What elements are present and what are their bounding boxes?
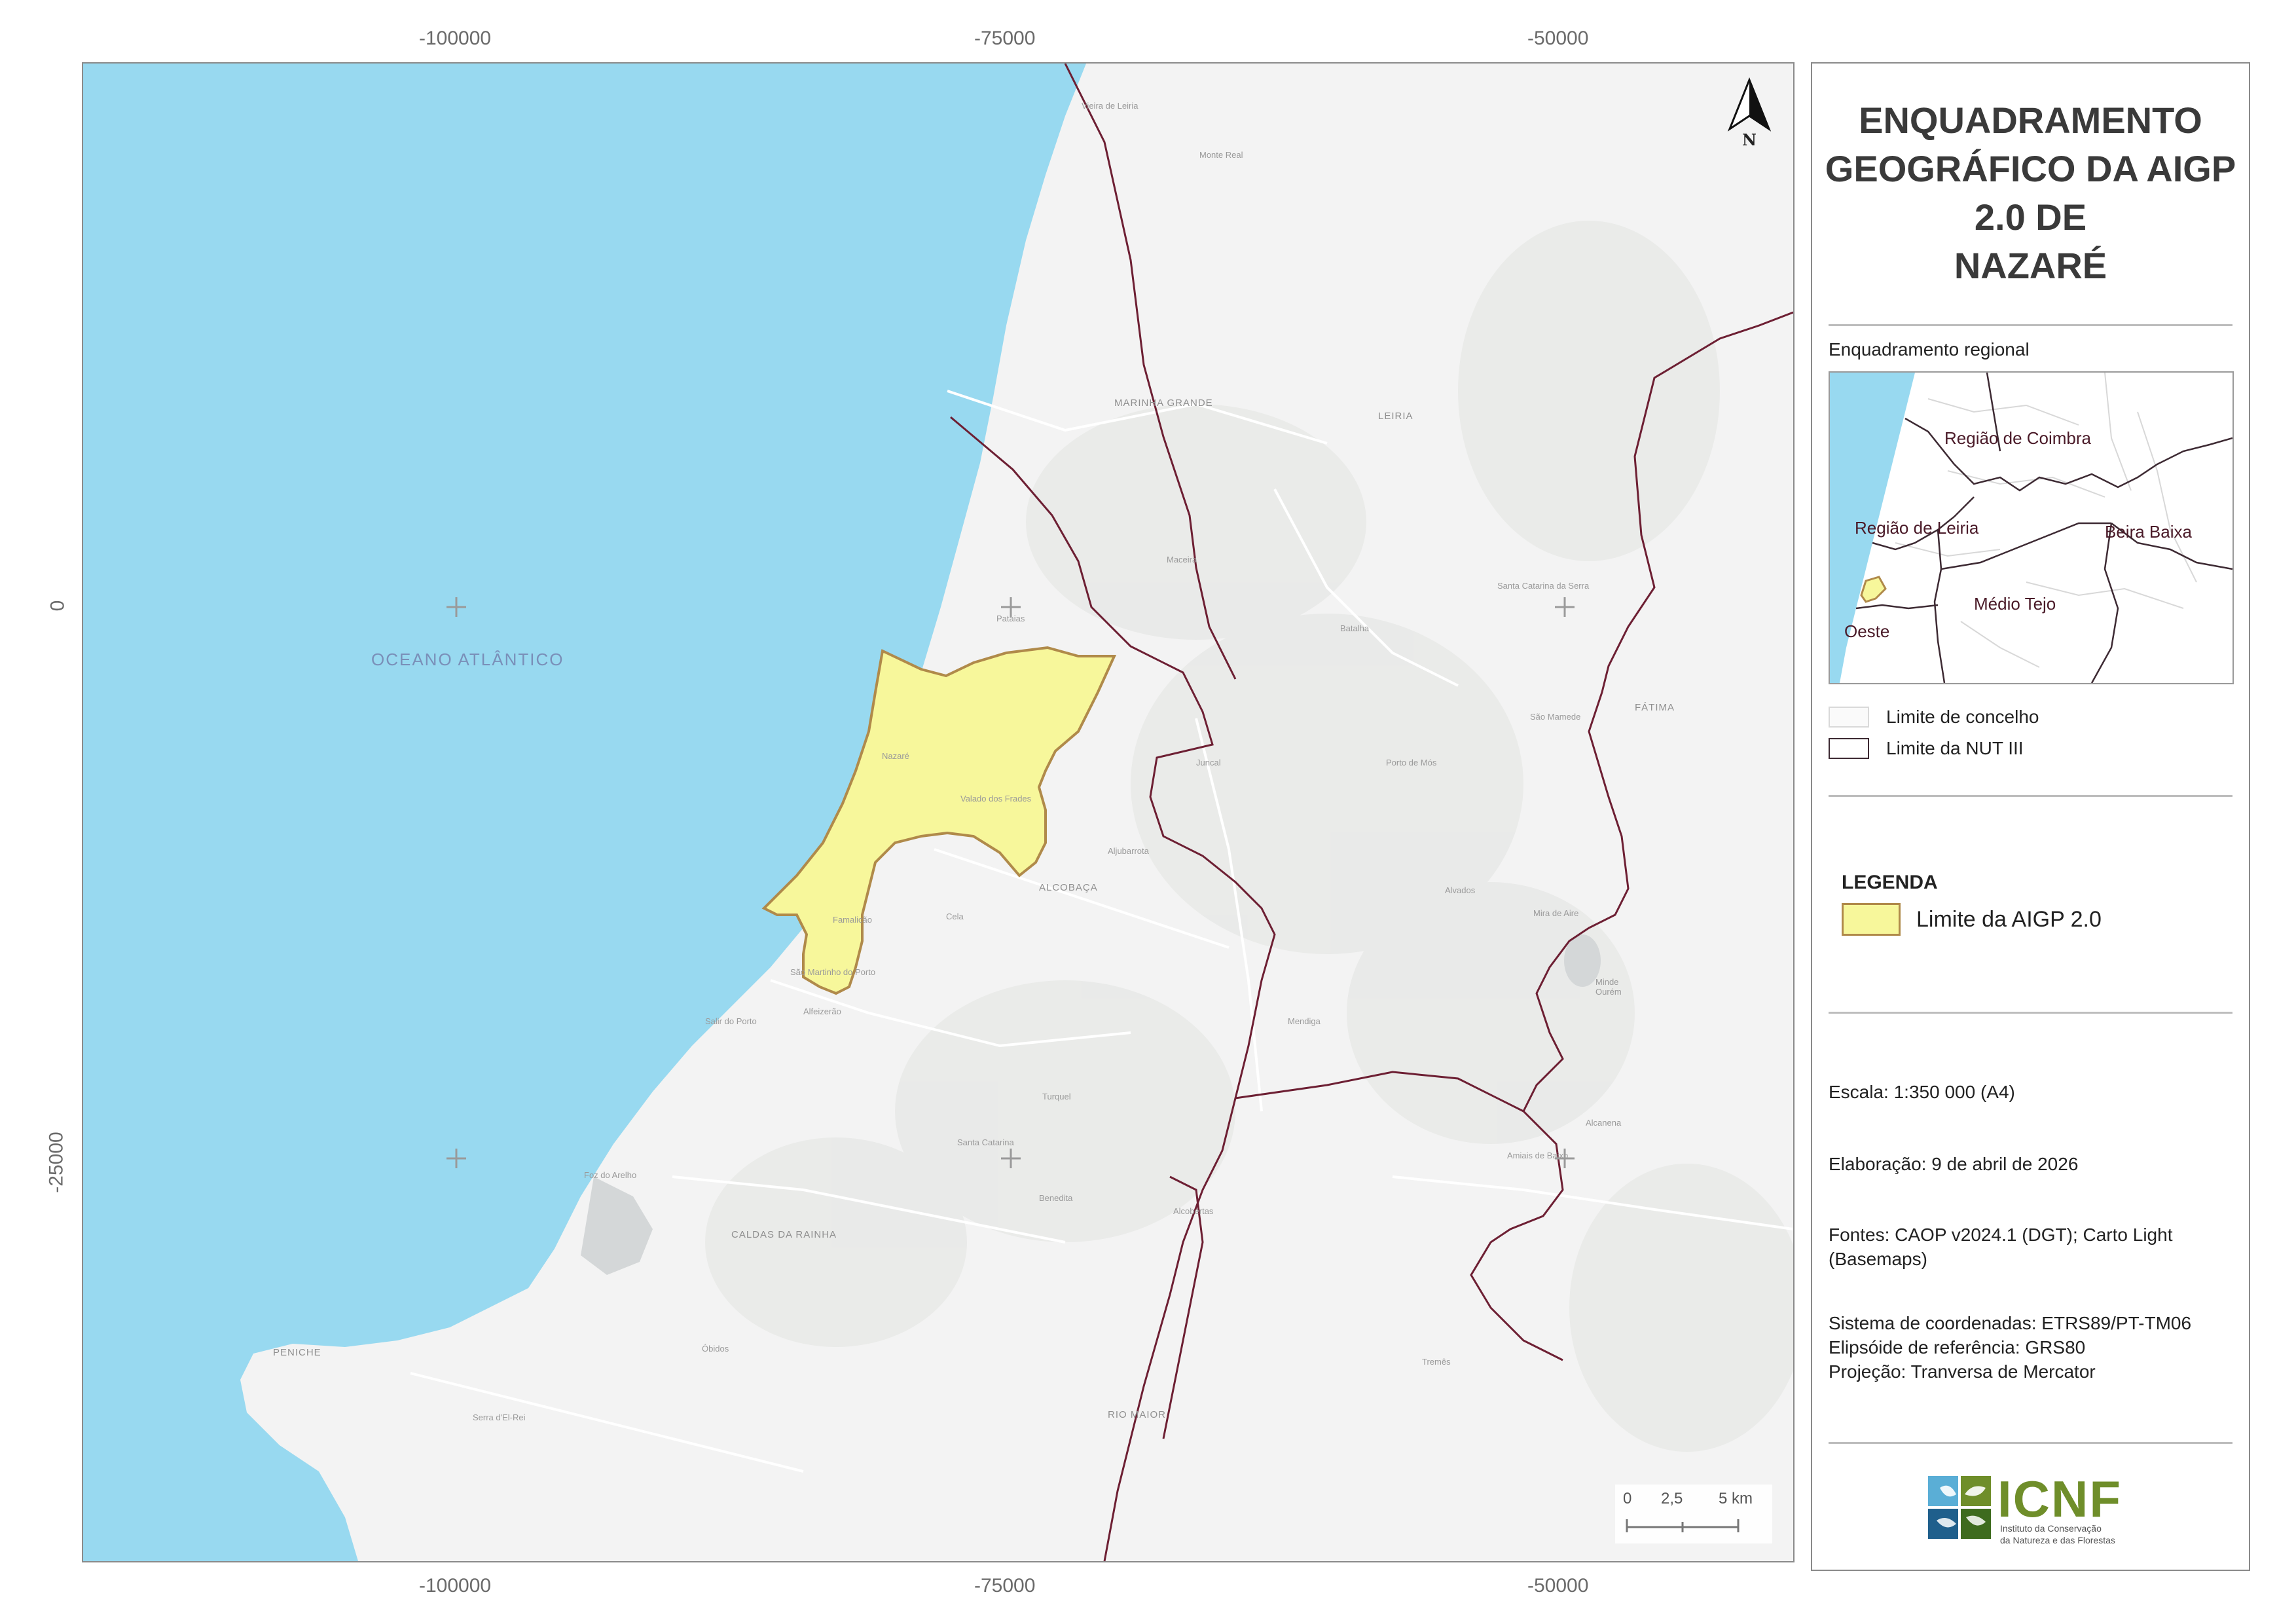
place-label: RIO MAIOR	[1108, 1409, 1167, 1420]
legend-heading: LEGENDA	[1842, 872, 1938, 893]
place-label: Batalha	[1340, 623, 1370, 633]
inset-map: Região de Coimbra Região de Leiria Beira…	[1829, 371, 2234, 684]
place-label: Santa Catarina da Serra	[1497, 581, 1590, 591]
north-arrow-label: N	[1742, 130, 1757, 149]
scale-tick-2: 5 km	[1719, 1490, 1753, 1507]
concelho-swatch	[1829, 707, 1869, 728]
grid-label-top-1: -100000	[419, 28, 492, 49]
north-arrow: N	[1723, 77, 1776, 155]
grid-label-bottom-2: -75000	[974, 1575, 1036, 1596]
legend-nut: Limite da NUT III	[1829, 738, 2024, 759]
place-label: Juncal	[1196, 758, 1221, 767]
legend-concelho: Limite de concelho	[1829, 707, 2039, 728]
place-label: Monte Real	[1199, 150, 1243, 160]
icnf-logo-icon	[1928, 1476, 1991, 1539]
place-label: Pataias	[996, 614, 1025, 623]
place-label: São Mamede	[1530, 712, 1581, 722]
place-label: Serra d'El-Rei	[473, 1412, 526, 1422]
place-label: Cela	[946, 912, 964, 921]
grid-label-bottom-1: -100000	[419, 1575, 492, 1596]
grid-label-bottom-3: -50000	[1527, 1575, 1589, 1596]
place-label: São Martinho do Porto	[790, 967, 876, 977]
place-label: Aljubarrota	[1108, 846, 1149, 856]
separator	[1829, 795, 2232, 797]
place-label: Ourém	[1595, 987, 1622, 997]
icnf-logo: ICNF Instituto da Conservação da Naturez…	[1927, 1470, 2176, 1547]
place-label: Alcanena	[1586, 1118, 1622, 1128]
regional-heading: Enquadramento regional	[1829, 339, 2030, 360]
place-label: Famalicão	[833, 915, 872, 925]
place-label: Alcobertas	[1173, 1206, 1214, 1216]
info-fontes-2: (Basemaps)	[1829, 1249, 1927, 1269]
scale-bar: 0 2,5 5 km	[1615, 1485, 1772, 1543]
place-label: Turquel	[1042, 1092, 1071, 1101]
nut-label: Limite da NUT III	[1886, 738, 2024, 758]
info-escala: Escala: 1:350 000 (A4)	[1829, 1082, 2015, 1102]
place-label: Mira de Aire	[1533, 908, 1579, 918]
grid-label-top-2: -75000	[974, 28, 1036, 49]
place-label: Salir do Porto	[705, 1016, 757, 1026]
place-label: Mendiga	[1288, 1016, 1321, 1026]
place-label: Tremês	[1422, 1357, 1451, 1367]
info-fontes-1: Fontes: CAOP v2024.1 (DGT); Carto Light	[1829, 1225, 2173, 1245]
map-svg	[83, 64, 1793, 1561]
separator	[1829, 1012, 2232, 1014]
info-projecao: Projeção: Tranversa de Mercator	[1829, 1361, 2096, 1382]
inset-label-leiria: Região de Leiria	[1855, 518, 1979, 538]
scale-tick-0: 0	[1623, 1490, 1632, 1507]
icnf-logo-name: ICNF	[1997, 1470, 2122, 1528]
icnf-logo-subtitle-2: da Natureza e das Florestas	[2000, 1535, 2115, 1545]
ocean-label: OCEANO ATLÂNTICO	[371, 650, 564, 669]
place-label: Santa Catarina	[957, 1137, 1014, 1147]
place-label: Maceira	[1167, 555, 1197, 564]
place-label: LEIRIA	[1378, 411, 1413, 422]
place-label: Alvados	[1445, 885, 1476, 895]
concelho-label: Limite de concelho	[1886, 707, 2039, 727]
place-label: Porto de Mós	[1386, 758, 1437, 767]
grid-label-top-3: -50000	[1527, 28, 1589, 49]
map-title-line-3: 2.0 DE	[1974, 196, 2087, 238]
scale-tick-1: 2,5	[1661, 1490, 1683, 1507]
legend-aigp: Limite da AIGP 2.0	[1842, 903, 2102, 936]
info-elipsoide: Elipsóide de referência: GRS80	[1829, 1337, 2086, 1357]
info-sistema: Sistema de coordenadas: ETRS89/PT-TM06	[1829, 1313, 2192, 1333]
separator	[1829, 324, 2232, 326]
grid-label-left-2: -25000	[45, 1132, 67, 1193]
aigp-swatch	[1842, 903, 1901, 936]
map-canvas[interactable]: OCEANO ATLÂNTICO N Vieira de Leiria Mont…	[82, 62, 1795, 1562]
map-title-line-1: ENQUADRAMENTO	[1859, 100, 2202, 141]
place-label: Valado dos Frades	[960, 794, 1032, 803]
inset-label-coimbra: Região de Coimbra	[1944, 428, 2092, 448]
place-label: FÁTIMA	[1635, 702, 1675, 713]
info-elaboracao: Elaboração: 9 de abril de 2026	[1829, 1154, 2079, 1174]
place-label: Vieira de Leiria	[1082, 101, 1139, 111]
place-label: Alfeizerão	[803, 1006, 841, 1016]
place-label: Nazaré	[882, 751, 909, 761]
place-label: CALDAS DA RAINHA	[731, 1229, 837, 1240]
place-label: PENICHE	[273, 1347, 321, 1358]
aigp-label: Limite da AIGP 2.0	[1916, 906, 2102, 932]
place-label: Minde	[1595, 977, 1619, 987]
separator	[1829, 1442, 2232, 1444]
nut-swatch	[1829, 738, 1869, 759]
map-title-line-2: GEOGRÁFICO DA AIGP	[1825, 148, 2236, 189]
place-label: Óbidos	[702, 1344, 729, 1354]
inset-label-beira-baixa: Beira Baixa	[2105, 522, 2192, 542]
place-label: Amiais de Baixo	[1507, 1151, 1569, 1160]
grid-label-left-1: 0	[46, 600, 69, 612]
scale-bar-line	[1626, 1519, 1740, 1532]
place-label: Foz do Arelho	[584, 1170, 637, 1180]
icnf-logo-subtitle-1: Instituto da Conservação	[2000, 1523, 2102, 1534]
north-arrow-icon	[1727, 77, 1772, 132]
place-label: ALCOBAÇA	[1039, 882, 1098, 893]
place-label: Benedita	[1039, 1193, 1073, 1203]
map-title-line-4: NAZARÉ	[1954, 245, 2107, 286]
inset-label-medio-tejo: Médio Tejo	[1974, 594, 2056, 614]
inset-label-oeste: Oeste	[1844, 621, 1890, 641]
map-layout-panel: ENQUADRAMENTO GEOGRÁFICO DA AIGP 2.0 DE …	[1811, 62, 2250, 1571]
place-label: MARINHA GRANDE	[1114, 397, 1213, 409]
